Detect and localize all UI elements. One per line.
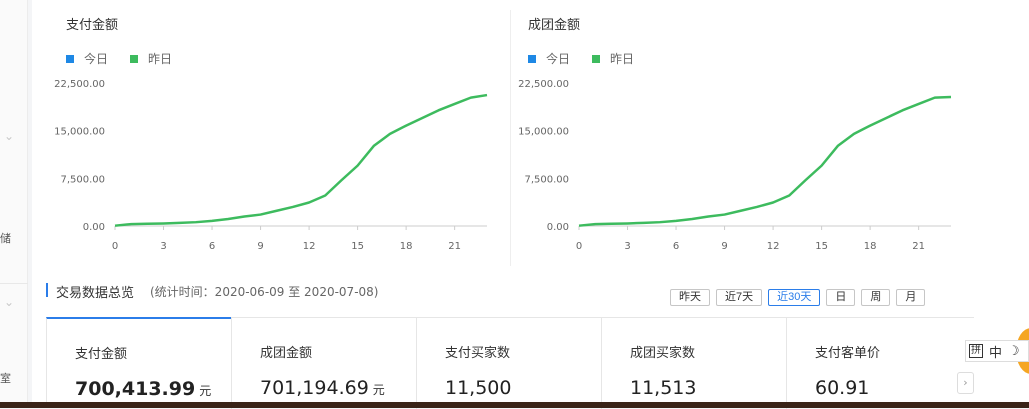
x-tick-label: 15	[815, 241, 828, 252]
x-tick-label: 0	[112, 241, 118, 252]
y-tick-label: 0.00	[83, 222, 105, 233]
section-accent-bar	[46, 283, 48, 297]
metric-card-avg-price[interactable]: 支付客单价 60.91	[786, 318, 971, 409]
metric-value: 60.91	[815, 377, 870, 399]
range-button-group: 昨天 近7天 近30天 日 周 月	[670, 289, 926, 306]
sidebar-label-2: 室	[0, 372, 11, 385]
range-month-button[interactable]: 月	[896, 289, 926, 306]
metrics-row: 支付金额 700,413.99 元 成团金额 701,194.69 元 支付买家数 …	[46, 317, 974, 409]
range-30day-button[interactable]: 近30天	[768, 289, 821, 306]
range-yesterday-button[interactable]: 昨天	[670, 289, 710, 306]
main-content: 支付金额 今日 昨日 22,500.00 15,000.00 7,500.00 0.0…	[32, 0, 1029, 409]
x-tick-label: 12	[303, 241, 316, 252]
series-line-yesterday	[578, 95, 952, 227]
chevron-right-icon[interactable]: ›	[957, 372, 974, 394]
x-tick-label: 3	[160, 241, 166, 252]
metric-value: 700,413.99 元	[75, 378, 212, 400]
x-tick-label: 12	[767, 241, 780, 252]
metric-value: 11,500	[445, 377, 512, 399]
date-range-text: (统计时间：2020-06-09 至 2020-07-08)	[150, 285, 379, 299]
range-day-button[interactable]: 日	[826, 289, 856, 306]
chevron-down-icon[interactable]: ⌄	[4, 130, 16, 142]
sidebar-label-1: 储	[0, 232, 11, 245]
line-chart-group: 22,500.00 15,000.00 7,500.00 0.00 0 3 6 9 12 15 18…	[518, 79, 952, 252]
chart-panel-group: 成团金额 今日 昨日 22,500.00 15,000.00 7,500.00 0.0…	[496, 0, 966, 268]
left-sidebar: ⌄ 储 ⌄ 室	[0, 0, 28, 408]
x-tick-label: 18	[864, 241, 877, 252]
metric-card-group-amount[interactable]: 成团金额 701,194.69 元	[231, 318, 416, 409]
metric-unit: 元	[199, 384, 212, 398]
moon-icon[interactable]: ☽	[1008, 344, 1020, 359]
y-tick-label: 0.00	[547, 222, 569, 233]
metric-unit: 元	[372, 383, 385, 397]
ime-toolbar[interactable]: 拼 中 ☽	[965, 340, 1029, 362]
y-tick-label: 22,500.00	[518, 79, 569, 90]
x-tick-label: 9	[721, 241, 727, 252]
x-tick-label: 18	[400, 241, 413, 252]
metric-card-payment[interactable]: 支付金额 700,413.99 元	[46, 317, 231, 408]
metric-label: 支付买家数	[445, 346, 511, 361]
metric-card-group-buyers[interactable]: 成团买家数 11,513	[601, 318, 786, 409]
x-tick-label: 9	[257, 241, 263, 252]
range-week-button[interactable]: 周	[861, 289, 891, 306]
range-7day-button[interactable]: 近7天	[716, 289, 763, 306]
ime-mode-label[interactable]: 中	[989, 342, 1002, 361]
series-line-yesterday	[114, 93, 488, 227]
sidebar-divider	[0, 283, 28, 284]
y-tick-label: 22,500.00	[54, 79, 105, 90]
x-tick-label: 6	[673, 241, 679, 252]
x-tick-label: 15	[351, 241, 364, 252]
y-tick-label: 15,000.00	[54, 127, 105, 138]
x-tick-label: 6	[209, 241, 215, 252]
y-tick-label: 7,500.00	[60, 174, 105, 185]
metric-value: 11,513	[630, 377, 697, 399]
metric-card-pay-buyers[interactable]: 支付买家数 11,500	[416, 318, 601, 409]
metric-label: 成团买家数	[630, 346, 696, 361]
y-tick-label: 15,000.00	[518, 127, 569, 138]
x-tick-label: 21	[448, 241, 461, 252]
chart-panel-payment: 支付金额 今日 昨日 22,500.00 15,000.00 7,500.00 0.0…	[32, 0, 502, 268]
chevron-down-icon[interactable]: ⌄	[4, 296, 16, 308]
x-tick-label: 0	[576, 241, 582, 252]
metric-label: 支付客单价	[815, 346, 881, 361]
taskbar-edge	[0, 402, 1029, 408]
metric-label: 支付金额	[75, 347, 128, 362]
pinyin-icon[interactable]: 拼	[969, 344, 983, 358]
x-tick-label: 3	[624, 241, 630, 252]
metric-label: 成团金额	[260, 346, 313, 361]
section-title: 交易数据总览	[56, 286, 135, 301]
y-tick-label: 7,500.00	[524, 174, 569, 185]
line-chart-payment: 22,500.00 15,000.00 7,500.00 0.00 0 3 6 9 12 15 18…	[54, 79, 488, 252]
x-tick-label: 21	[912, 241, 925, 252]
metric-value: 701,194.69 元	[260, 377, 385, 399]
